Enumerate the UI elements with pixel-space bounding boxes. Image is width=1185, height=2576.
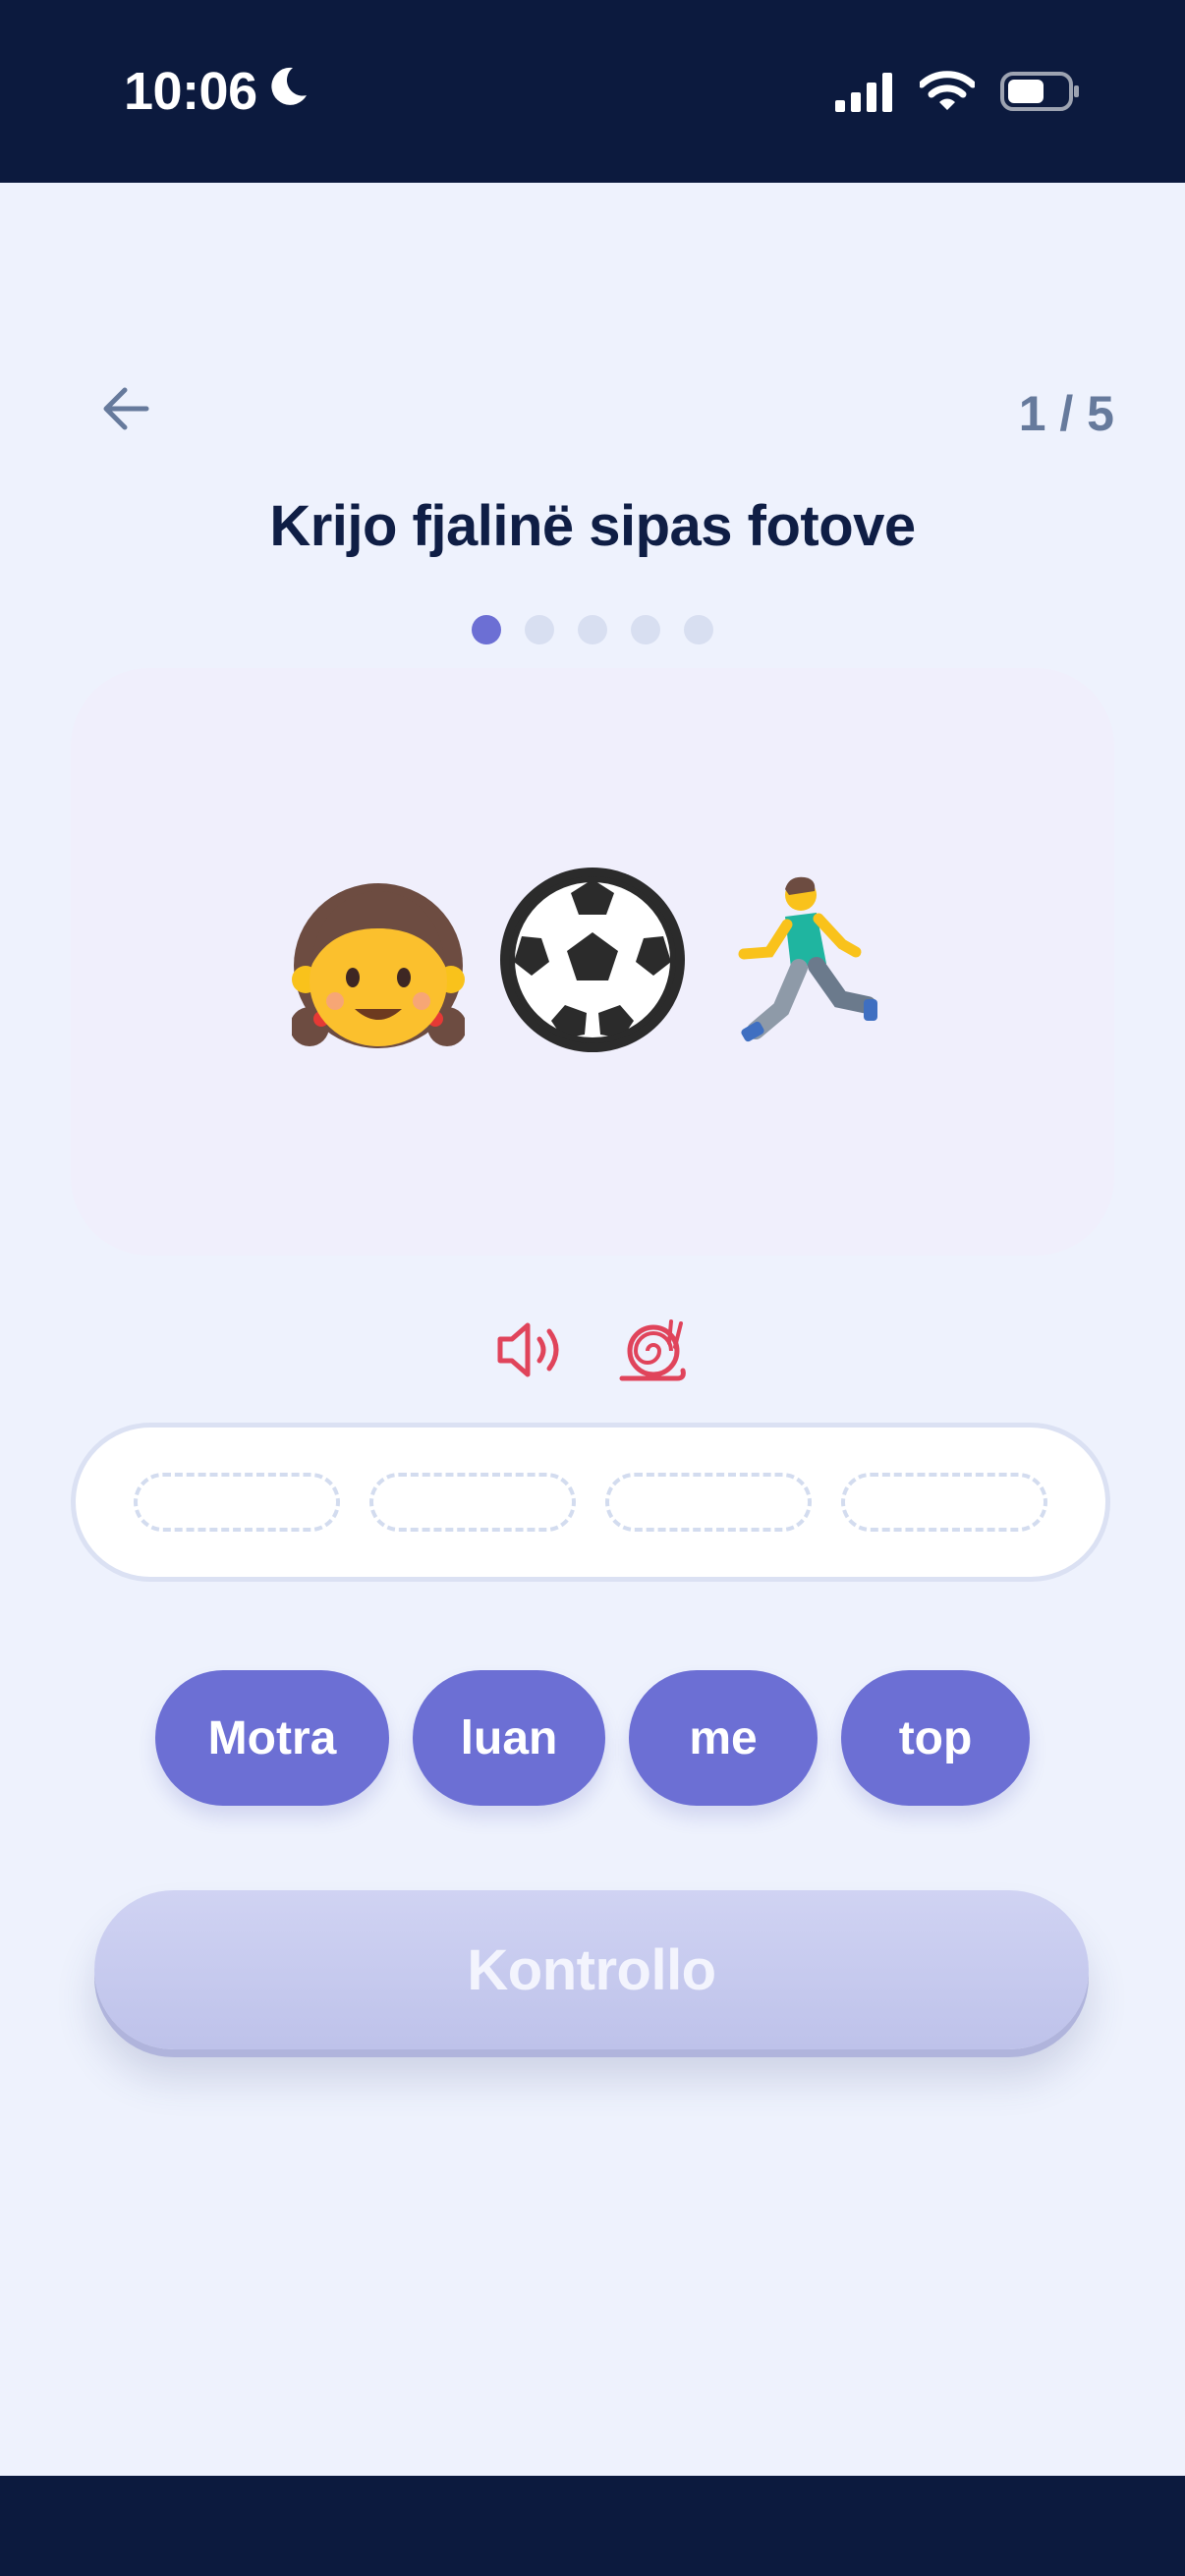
back-button[interactable]	[94, 379, 157, 442]
progress-count: 1 / 5	[1018, 386, 1114, 441]
word-chip-me[interactable]: me	[629, 1670, 818, 1806]
step-dot	[631, 615, 660, 644]
answer-slot[interactable]	[605, 1473, 812, 1532]
soccer-ball-emoji	[496, 864, 689, 1061]
word-chip-luan[interactable]: luan	[413, 1670, 605, 1806]
picture-card	[71, 668, 1114, 1256]
step-dot	[578, 615, 607, 644]
answer-drop-area[interactable]	[71, 1423, 1110, 1582]
step-dot	[472, 615, 501, 644]
audio-controls	[0, 1315, 1185, 1389]
exercise-screen: 1 / 5 Krijo fjalinë sipas fotove Motra l…	[0, 183, 1185, 2476]
answer-slot[interactable]	[134, 1473, 340, 1532]
status-icons	[835, 71, 1081, 117]
signal-icon	[835, 71, 894, 117]
word-bank: Motra luan me top	[0, 1670, 1185, 1806]
exercise-title: Krijo fjalinë sipas fotove	[269, 494, 916, 558]
answer-slot[interactable]	[841, 1473, 1047, 1532]
speaker-icon	[496, 1319, 567, 1385]
status-time-label: 10:06	[124, 62, 257, 121]
battery-icon	[1000, 71, 1081, 117]
status-bar: 10:06	[0, 0, 1185, 183]
bottom-bar	[0, 2476, 1185, 2576]
play-audio-button[interactable]	[494, 1315, 569, 1389]
word-chip-top[interactable]: top	[841, 1670, 1030, 1806]
answer-slot[interactable]	[369, 1473, 576, 1532]
snail-icon	[618, 1317, 689, 1387]
status-time: 10:06	[124, 61, 309, 122]
step-dot	[684, 615, 713, 644]
arrow-left-icon	[101, 386, 150, 436]
moon-icon	[267, 61, 309, 122]
play-slow-audio-button[interactable]	[616, 1315, 691, 1389]
girl-emoji	[290, 871, 467, 1053]
check-button[interactable]: Kontrollo	[94, 1890, 1089, 2049]
step-dots	[0, 615, 1185, 644]
word-chip-motra[interactable]: Motra	[155, 1670, 389, 1806]
step-dot	[525, 615, 554, 644]
running-man-emoji	[720, 873, 893, 1051]
wifi-icon	[918, 71, 977, 117]
